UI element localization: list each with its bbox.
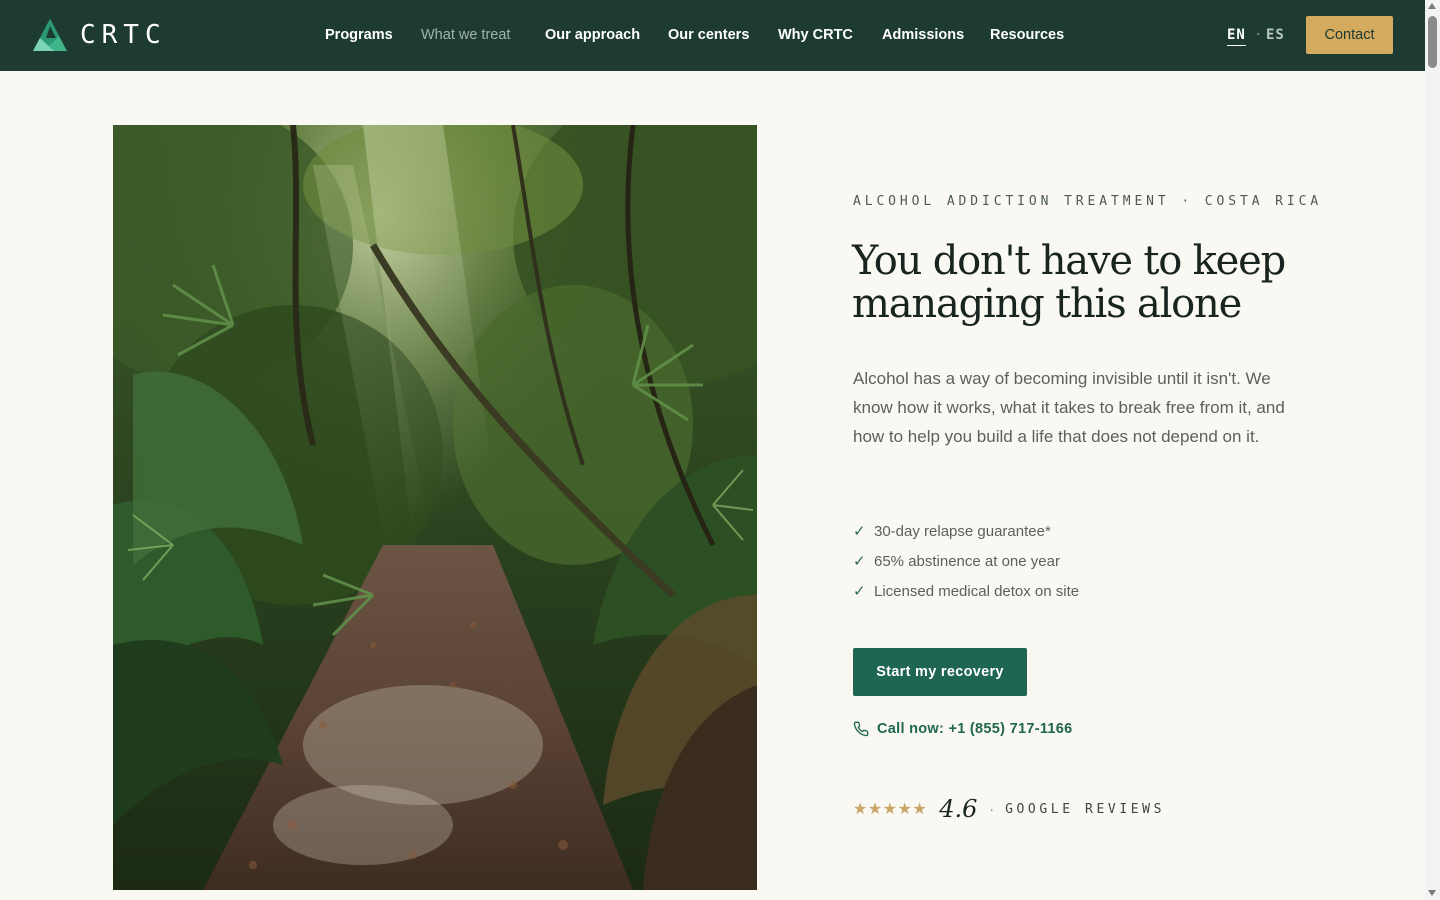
brand-logo[interactable]: CRTC [32,18,167,52]
nav-resources[interactable]: Resources [990,26,1064,44]
nav-admissions[interactable]: Admissions [882,26,964,44]
hero-intro: Alcohol has a way of becoming invisible … [853,369,1285,446]
language-separator: · [1254,27,1264,43]
phone-icon [853,721,869,737]
scroll-up-arrow-icon[interactable] [1428,3,1436,9]
call-now-link[interactable]: Call now: +1 (855) 717-1166 [853,721,1073,737]
nav-what-we-treat[interactable]: What we treat [421,26,510,44]
rating-source: GOOGLE REVIEWS [1005,801,1166,817]
nav-our-centers[interactable]: Our centers [668,26,749,44]
checklist-text: 65% abstinence at one year [874,552,1060,570]
check-icon: ✓ [853,523,866,540]
language-en-link[interactable]: EN [1227,26,1246,46]
check-icon: ✓ [853,583,866,600]
list-item: ✓ 65% abstinence at one year [853,546,1079,576]
rating-separator: · [989,801,995,817]
hero-headline: You don't have to keep managing this alo… [852,238,1286,327]
checklist-text: 30-day relapse guarantee* [874,522,1051,540]
scroll-down-arrow-icon[interactable] [1428,890,1436,896]
contact-button[interactable]: Contact [1306,16,1393,54]
benefit-checklist: ✓ 30-day relapse guarantee* ✓ 65% abstin… [853,516,1079,606]
hero-jungle-image [113,125,757,890]
brand-name: CRTC [80,20,167,50]
scrollbar-thumb[interactable] [1428,16,1437,68]
start-recovery-button[interactable]: Start my recovery [853,648,1027,696]
nav-why-crtc[interactable]: Why CRTC [778,26,853,44]
hero-eyebrow: ALCOHOL ADDICTION TREATMENT · COSTA RICA [853,194,1323,209]
list-item: ✓ Licensed medical detox on site [853,576,1079,606]
check-icon: ✓ [853,553,866,570]
rating-value: 4.6 [939,795,978,823]
star-rating-icon: ★★★★★ [853,801,928,818]
nav-our-approach[interactable]: Our approach [545,26,640,44]
page-scrollbar[interactable] [1425,0,1440,900]
jungle-path-photo [113,125,757,890]
google-rating: ★★★★★ 4.6 · GOOGLE REVIEWS [853,793,1165,825]
checklist-text: Licensed medical detox on site [874,582,1080,600]
call-now-label: Call now: +1 (855) 717-1166 [877,721,1073,737]
language-es-link[interactable]: ES [1266,26,1285,44]
top-navbar: CRTC Programs What we treat Our approach… [0,0,1425,71]
nav-programs[interactable]: Programs [325,26,393,44]
list-item: ✓ 30-day relapse guarantee* [853,516,1079,546]
leaf-triangle-logo-icon [33,19,67,51]
